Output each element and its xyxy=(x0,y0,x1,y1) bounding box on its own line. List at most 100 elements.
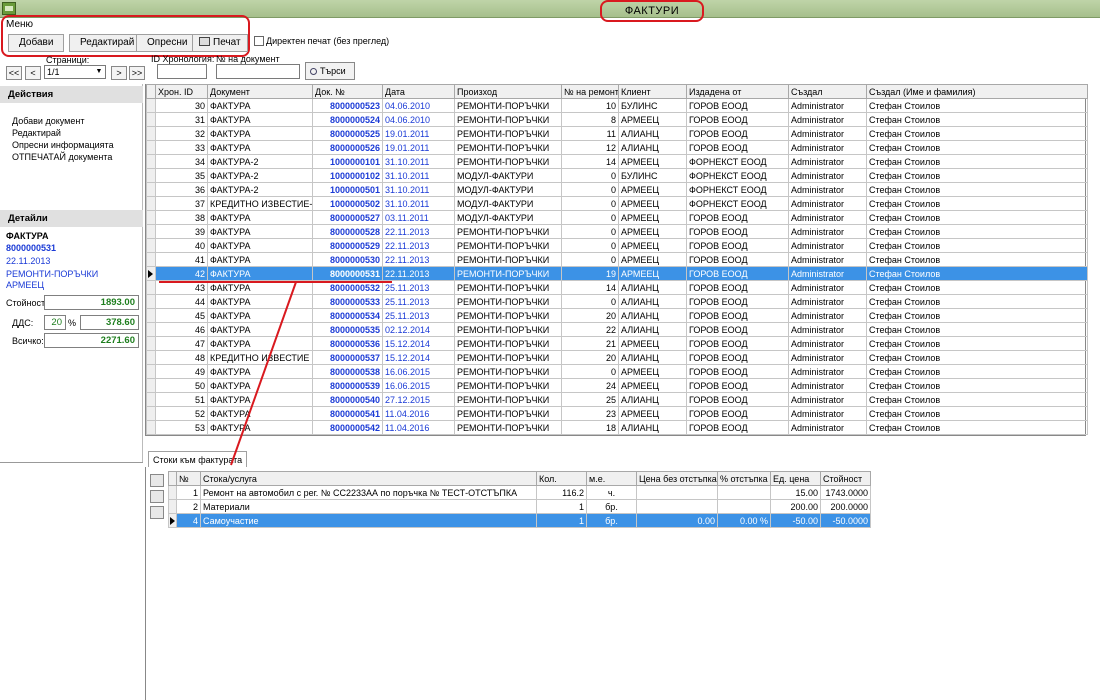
cell[interactable]: МОДУЛ-ФАКТУРИ xyxy=(454,196,562,211)
cell[interactable]: РЕМОНТИ-ПОРЪЧКИ xyxy=(454,420,562,435)
cell[interactable]: ФАКТУРА xyxy=(207,308,313,323)
cell[interactable]: РЕМОНТИ-ПОРЪЧКИ xyxy=(454,322,562,337)
cell[interactable]: ФАКТУРА xyxy=(207,280,313,295)
cell[interactable]: -50.0000 xyxy=(820,513,871,528)
row-selector[interactable] xyxy=(146,252,156,267)
action-add-document[interactable]: Добави документ xyxy=(12,116,84,126)
item-row[interactable]: 1 Ремонт на автомобил с рег. № СС2233АА п… xyxy=(168,485,871,500)
row-selector[interactable] xyxy=(146,238,156,253)
cell[interactable]: 8000000530 xyxy=(312,252,383,267)
row-selector[interactable] xyxy=(146,168,156,183)
row-selector[interactable] xyxy=(146,294,156,309)
row-selector[interactable] xyxy=(146,378,156,393)
cell[interactable]: Administrator xyxy=(788,238,867,253)
cell[interactable]: 200.00 xyxy=(770,499,821,514)
row-selector[interactable] xyxy=(146,336,156,351)
direct-print-checkbox[interactable] xyxy=(254,36,264,46)
cell[interactable]: Стефан Стоилов xyxy=(866,420,1088,435)
cell[interactable]: 25.11.2013 xyxy=(382,280,455,295)
cell[interactable]: Administrator xyxy=(788,224,867,239)
table-row[interactable]: 44 ФАКТУРА 8000000533 25.11.2013 РЕМОНТИ-ПОР… xyxy=(146,294,1088,309)
action-print-document[interactable]: ОТПЕЧАТАЙ документа xyxy=(12,152,112,162)
cell[interactable]: 1000000502 xyxy=(312,196,383,211)
items-col-number[interactable]: № xyxy=(176,471,201,486)
table-row[interactable]: 43 ФАКТУРА 8000000532 25.11.2013 РЕМОНТИ-ПОР… xyxy=(146,280,1088,295)
table-row[interactable]: 31 ФАКТУРА 8000000524 04.06.2010 РЕМОНТИ-ПОР… xyxy=(146,112,1088,127)
cell[interactable]: ФАКТУРА xyxy=(207,140,313,155)
last-page-button[interactable]: >> xyxy=(129,66,145,80)
table-row[interactable]: 47 ФАКТУРА 8000000536 15.12.2014 РЕМОНТИ-ПОР… xyxy=(146,336,1088,351)
cell[interactable]: 1 xyxy=(176,485,201,500)
refresh-button[interactable]: Опресни xyxy=(136,34,199,52)
col-header-document[interactable]: Документ xyxy=(207,84,313,99)
cell[interactable]: Стефан Стоилов xyxy=(866,378,1088,393)
cell[interactable]: 8000000542 xyxy=(312,420,383,435)
cell[interactable]: Administrator xyxy=(788,126,867,141)
cell[interactable]: 16.06.2015 xyxy=(382,378,455,393)
items-col-unit-price[interactable]: Ед. цена xyxy=(770,471,821,486)
cell[interactable]: 25 xyxy=(561,392,619,407)
cell[interactable]: ГОРОВ ЕООД xyxy=(686,406,789,421)
action-edit[interactable]: Редактирай xyxy=(12,128,61,138)
cell[interactable]: АРМЕЕЦ xyxy=(618,182,687,197)
tab-invoice-items[interactable]: Стоки към фактурата xyxy=(148,451,248,468)
cell[interactable]: 8000000526 xyxy=(312,140,383,155)
cell[interactable]: 1 xyxy=(536,499,587,514)
cell[interactable]: 14 xyxy=(561,280,619,295)
cell[interactable]: Administrator xyxy=(788,308,867,323)
cell[interactable]: Administrator xyxy=(788,294,867,309)
cell[interactable]: 27.12.2015 xyxy=(382,392,455,407)
cell[interactable]: 46 xyxy=(155,322,208,337)
cell[interactable]: ФАКТУРА xyxy=(207,126,313,141)
cell[interactable]: РЕМОНТИ-ПОРЪЧКИ xyxy=(454,224,562,239)
cell[interactable]: 0 xyxy=(561,294,619,309)
cell[interactable]: 1000000101 xyxy=(312,154,383,169)
cell[interactable]: 1000000102 xyxy=(312,168,383,183)
cell[interactable]: Материали xyxy=(200,499,537,514)
cell[interactable]: РЕМОНТИ-ПОРЪЧКИ xyxy=(454,350,562,365)
row-selector[interactable] xyxy=(168,485,177,500)
cell[interactable]: Стефан Стоилов xyxy=(866,182,1088,197)
cell[interactable]: 8000000527 xyxy=(312,210,383,225)
cell[interactable]: 11.04.2016 xyxy=(382,406,455,421)
cell[interactable]: 10 xyxy=(561,98,619,113)
invoice-items-grid[interactable]: № Стока/услуга Кол. м.е. Цена без отстъп… xyxy=(168,471,871,528)
cell[interactable]: бр. xyxy=(586,499,637,514)
cell[interactable]: ФАКТУРА xyxy=(207,294,313,309)
cell[interactable]: АРМЕЕЦ xyxy=(618,238,687,253)
cell[interactable]: 49 xyxy=(155,364,208,379)
cell[interactable]: РЕМОНТИ-ПОРЪЧКИ xyxy=(454,252,562,267)
row-selector[interactable] xyxy=(146,350,156,365)
cell[interactable]: АЛИАНЦ xyxy=(618,392,687,407)
cell[interactable]: АЛИАНЦ xyxy=(618,126,687,141)
cell[interactable]: ФОРНЕКСТ ЕООД xyxy=(686,154,789,169)
cell[interactable]: Administrator xyxy=(788,140,867,155)
cell[interactable]: 8000000531 xyxy=(312,266,383,281)
row-selector[interactable] xyxy=(146,98,156,113)
cell[interactable]: 48 xyxy=(155,350,208,365)
col-header-issued-by[interactable]: Издадена от xyxy=(686,84,789,99)
cell[interactable]: 35 xyxy=(155,168,208,183)
cell[interactable]: РЕМОНТИ-ПОРЪЧКИ xyxy=(454,140,562,155)
cell[interactable]: АРМЕЕЦ xyxy=(618,252,687,267)
cell[interactable]: Стефан Стоилов xyxy=(866,294,1088,309)
table-row[interactable]: 33 ФАКТУРА 8000000526 19.01.2011 РЕМОНТИ-ПОР… xyxy=(146,140,1088,155)
cell[interactable]: 4 xyxy=(176,513,201,528)
cell[interactable]: 0 xyxy=(561,364,619,379)
cell[interactable]: ФАКТУРА xyxy=(207,378,313,393)
cell[interactable]: 8000000525 xyxy=(312,126,383,141)
copy-item-icon[interactable] xyxy=(150,490,164,503)
cell[interactable]: 8000000529 xyxy=(312,238,383,253)
doc-number-input[interactable] xyxy=(216,64,300,79)
cell[interactable]: 22.11.2013 xyxy=(382,252,455,267)
cell[interactable]: -50.00 xyxy=(770,513,821,528)
cell[interactable]: РЕМОНТИ-ПОРЪЧКИ xyxy=(454,280,562,295)
cell[interactable]: 8000000523 xyxy=(312,98,383,113)
cell[interactable]: 0 xyxy=(561,210,619,225)
vat-percent-field[interactable]: 20 xyxy=(44,315,66,330)
cell[interactable]: АРМЕЕЦ xyxy=(618,154,687,169)
cell[interactable]: Стефан Стоилов xyxy=(866,224,1088,239)
cell[interactable]: Administrator xyxy=(788,252,867,267)
cell[interactable]: Ремонт на автомобил с рег. № СС2233АА по… xyxy=(200,485,537,500)
row-selector[interactable] xyxy=(146,280,156,295)
